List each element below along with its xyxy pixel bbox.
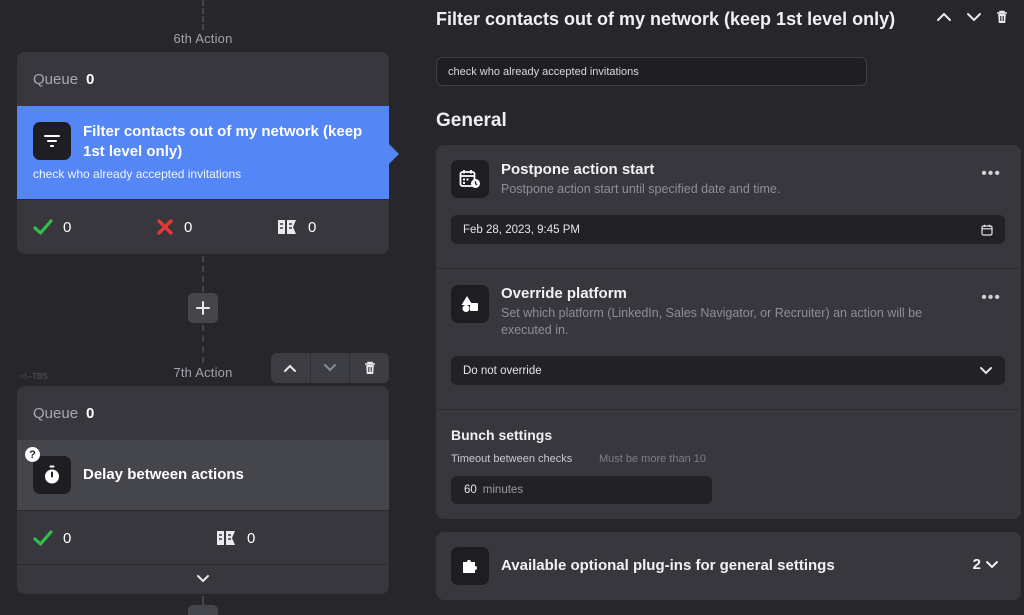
skip-icon <box>217 531 235 545</box>
stats-row: 0 0 <box>17 510 389 564</box>
plugins-count-value: 2 <box>972 556 981 573</box>
queue-row: Queue 0 <box>17 52 389 106</box>
stat-skipped[interactable]: 0 <box>276 200 316 254</box>
action-note-input[interactable] <box>436 57 867 86</box>
postpone-row: Postpone action start Postpone action st… <box>436 145 1021 269</box>
timeout-unit: minutes <box>482 484 524 496</box>
check-icon <box>33 219 53 235</box>
filter-icon <box>33 122 71 160</box>
timeout-input[interactable]: 60 minutes <box>451 476 712 504</box>
plugins-title: Available optional plug-ins for general … <box>501 557 835 574</box>
skipped-count: 0 <box>247 529 256 547</box>
more-options-icon[interactable]: ••• <box>981 289 1001 307</box>
general-settings-panel: Postpone action start Postpone action st… <box>436 145 1021 519</box>
selected-pointer <box>389 144 399 164</box>
queue-count: 0 <box>86 404 95 422</box>
postpone-date-input[interactable]: Feb 28, 2023, 9:45 PM <box>451 215 1005 244</box>
flow-connector-mid2 <box>202 325 204 363</box>
details-title: Filter contacts out of my network (keep … <box>436 9 896 29</box>
action-title: Delay between actions <box>83 466 244 483</box>
flow-connector-mid <box>202 256 204 292</box>
action-body-selected[interactable]: Filter contacts out of my network (keep … <box>17 106 399 199</box>
shapes-icon <box>451 285 489 323</box>
postpone-title: Postpone action start <box>501 161 655 178</box>
queue-label: Queue <box>33 70 79 88</box>
details-controls <box>936 10 1008 24</box>
skip-icon <box>278 220 296 234</box>
chevron-down-icon[interactable] <box>966 11 982 23</box>
stat-success[interactable]: 0 <box>33 200 71 254</box>
platform-selected: Do not override <box>463 364 542 377</box>
check-icon <box>33 530 53 546</box>
action-body[interactable]: Delay between actions <box>17 440 389 510</box>
plugins-count[interactable]: 2 <box>973 556 999 573</box>
stat-success[interactable]: 0 <box>33 511 71 565</box>
platform-select[interactable]: Do not override <box>451 356 1005 385</box>
success-count: 0 <box>63 529 72 547</box>
override-description: Set which platform (LinkedIn, Sales Navi… <box>501 306 923 337</box>
chevron-down-icon <box>986 560 998 568</box>
calendar-clock-icon <box>451 160 489 198</box>
skipped-count: 0 <box>308 218 317 236</box>
action-subtitle: check who already accepted invitations <box>33 167 242 181</box>
add-action-button-bottom[interactable] <box>188 605 218 615</box>
queue-row: Queue 0 <box>17 386 389 440</box>
plus-icon <box>196 301 210 315</box>
postpone-description: Postpone action start until specified da… <box>501 182 781 196</box>
override-row: Override platform Set which platform (Li… <box>436 269 1021 410</box>
action-label-7: 7th Action <box>173 365 233 380</box>
queue-count: 0 <box>86 70 95 88</box>
override-title: Override platform <box>501 285 627 302</box>
chevron-down-icon <box>197 574 209 582</box>
stopwatch-icon <box>33 456 71 494</box>
chevron-down-icon <box>980 366 992 374</box>
action-label-6: 6th Action <box>173 31 233 46</box>
queue-label: Queue <box>33 404 79 422</box>
stats-row: 0 0 0 <box>17 199 389 253</box>
cross-icon <box>157 219 173 235</box>
chevron-up-icon[interactable] <box>936 11 952 23</box>
date-value: Feb 28, 2023, 9:45 PM <box>463 223 580 236</box>
section-heading-general: General <box>436 110 507 131</box>
puzzle-icon <box>451 547 489 585</box>
action-card-6[interactable]: Queue 0 Filter contacts out of my networ… <box>17 52 399 254</box>
expand-button[interactable] <box>17 564 389 592</box>
flow-connector-top <box>202 0 204 30</box>
calendar-icon[interactable] <box>981 224 993 236</box>
stat-failed[interactable]: 0 <box>156 200 192 254</box>
success-count: 0 <box>63 218 72 236</box>
bunch-row: Bunch settings Timeout between checks Mu… <box>436 410 1021 519</box>
help-badge[interactable]: ? <box>25 447 40 462</box>
action-card-7[interactable]: Queue 0 Delay between actions 0 0 <box>17 386 389 594</box>
trash-icon[interactable] <box>996 10 1008 24</box>
timeout-label: Timeout between checks <box>451 453 573 465</box>
plugins-panel[interactable]: Available optional plug-ins for general … <box>436 532 1021 600</box>
timeout-value: 60 <box>464 484 477 496</box>
timeout-hint: Must be more than 10 <box>599 453 707 465</box>
failed-count: 0 <box>184 218 193 236</box>
add-action-button[interactable] <box>188 293 218 323</box>
stat-skipped[interactable]: 0 <box>215 511 255 565</box>
action-title: Filter contacts out of my network (keep … <box>83 123 363 160</box>
more-options-icon[interactable]: ••• <box>981 165 1001 183</box>
bunch-title: Bunch settings <box>451 427 553 443</box>
